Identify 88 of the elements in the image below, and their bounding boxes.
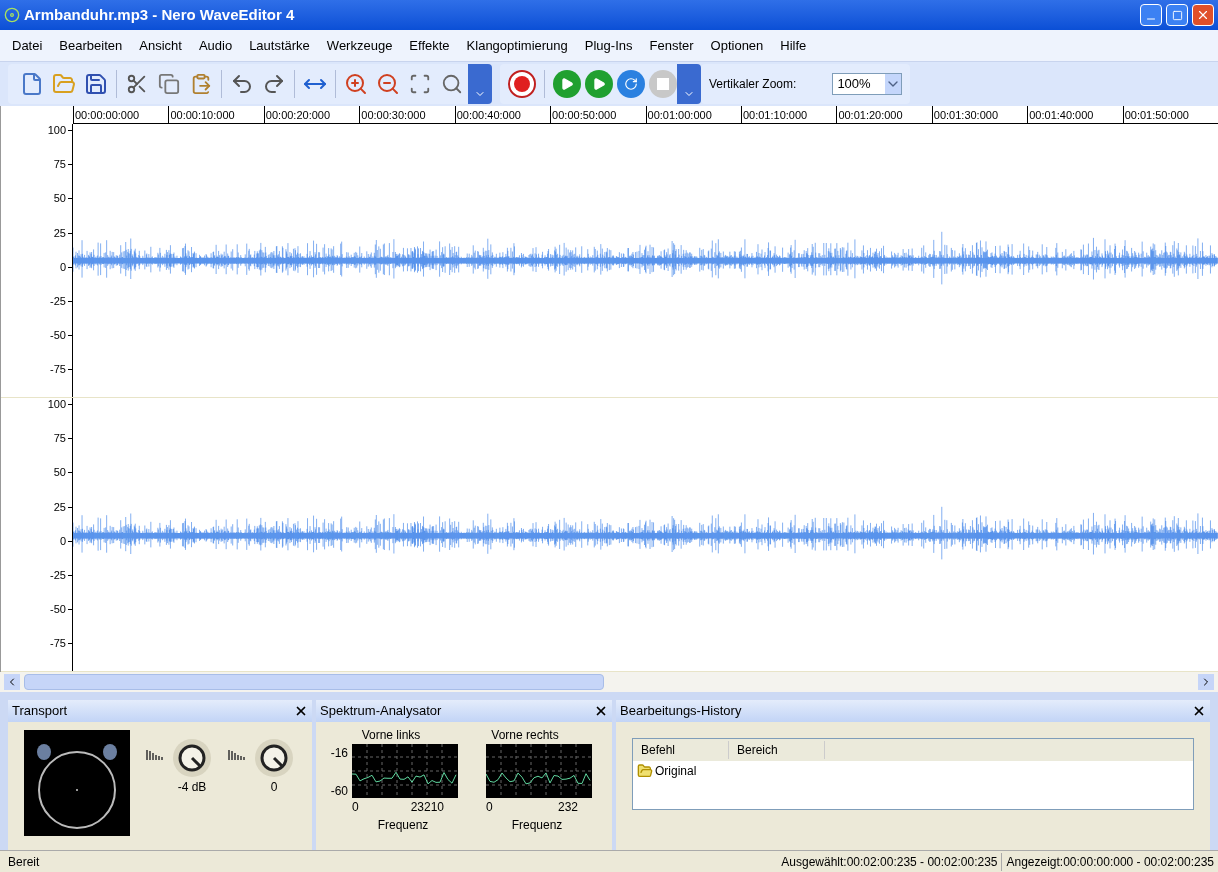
ruler-label: 00:00:00:000 bbox=[73, 106, 169, 123]
axis-label: -50 bbox=[50, 604, 66, 616]
loop-icon bbox=[624, 77, 638, 91]
menu-item[interactable]: Ansicht bbox=[139, 35, 182, 56]
ruler-label: 00:01:00:000 bbox=[645, 106, 741, 123]
axis-label: 50 bbox=[53, 193, 66, 205]
axis-label: 100 bbox=[47, 399, 66, 410]
status-text: Angezeigt:00:00:00:000 - 00:02:00:235 bbox=[1005, 853, 1215, 871]
play-icon bbox=[592, 77, 606, 91]
close-icon bbox=[1192, 704, 1206, 718]
stop-icon bbox=[657, 78, 669, 90]
menu-item[interactable]: Effekte bbox=[409, 35, 450, 56]
axis-label: -75 bbox=[50, 364, 66, 376]
play-button[interactable] bbox=[553, 70, 581, 98]
minimize-button[interactable] bbox=[1140, 4, 1162, 26]
status-text: Bereit bbox=[7, 853, 41, 871]
panel-title: Bearbeitungs-History bbox=[620, 702, 743, 721]
history-item[interactable]: Original bbox=[655, 762, 697, 780]
zoom-dropdown[interactable]: 100% bbox=[832, 73, 903, 95]
scroll-right-button[interactable] bbox=[1198, 674, 1214, 690]
axis-label: 75 bbox=[53, 159, 66, 171]
ruler-label: 00:00:40:000 bbox=[454, 106, 551, 123]
close-icon bbox=[294, 704, 308, 718]
knob-value: 0 bbox=[270, 779, 278, 796]
restore-button[interactable] bbox=[1166, 4, 1188, 26]
menu-item[interactable]: Datei bbox=[12, 35, 43, 56]
axis-label: 25 bbox=[53, 501, 66, 513]
axis-title: Frequenz bbox=[376, 817, 429, 834]
knob-icon[interactable] bbox=[172, 738, 212, 778]
knob-value: -4 dB bbox=[177, 779, 207, 796]
axis-label: -25 bbox=[50, 570, 66, 581]
menu-item[interactable]: Fenster bbox=[649, 35, 694, 56]
axis-label: -75 bbox=[50, 638, 66, 650]
app-icon bbox=[4, 7, 20, 23]
menu-item[interactable]: Hilfe bbox=[780, 35, 807, 56]
axis-label: 0 bbox=[486, 799, 493, 816]
axis-label: 25 bbox=[53, 227, 66, 239]
axis-label: 232 bbox=[557, 799, 578, 816]
menu-item[interactable]: Audio bbox=[198, 35, 233, 56]
axis-label: 0 bbox=[59, 261, 66, 273]
panel-title: Spektrum-Analysator bbox=[320, 702, 443, 721]
axis-label: 23210 bbox=[410, 799, 444, 816]
menu-item[interactable]: Bearbeiten bbox=[59, 35, 123, 56]
record-button[interactable] bbox=[508, 70, 536, 98]
axis-label: -25 bbox=[50, 296, 66, 307]
zoom-label: Vertikaler Zoom: bbox=[709, 76, 797, 93]
ruler-label: 00:00:30:000 bbox=[359, 106, 455, 123]
axis-label: 50 bbox=[53, 467, 66, 479]
column-header[interactable]: Befehl bbox=[633, 741, 729, 759]
menu-item[interactable]: Plug-Ins bbox=[584, 35, 633, 56]
ruler-label: 00:00:50:000 bbox=[550, 106, 646, 123]
ruler-label: 00:01:30:000 bbox=[931, 106, 1028, 123]
ruler-label: 00:01:40:000 bbox=[1027, 106, 1123, 123]
menu-item[interactable]: Klangoptimierung bbox=[466, 35, 568, 56]
ruler-label: 00:01:10:000 bbox=[740, 106, 837, 123]
menu-item[interactable]: Werkzeuge bbox=[326, 35, 393, 56]
window-title: Armbanduhr.mp3 - Nero WaveEditor 4 bbox=[24, 4, 296, 25]
restore-icon bbox=[1171, 9, 1183, 21]
axis-label: 0 bbox=[59, 535, 66, 547]
ruler-label: 00:01:20:000 bbox=[836, 106, 932, 123]
axis-label: 100 bbox=[47, 125, 66, 136]
axis-label: -60 bbox=[330, 783, 348, 800]
knob-icon[interactable] bbox=[254, 738, 294, 778]
ruler-label: 00:00:10:000 bbox=[168, 106, 264, 123]
close-button[interactable] bbox=[1192, 4, 1214, 26]
graph-title: Vorne rechts bbox=[491, 727, 559, 744]
ruler-label: 00:00:20:000 bbox=[263, 106, 360, 123]
level-bars-icon bbox=[146, 750, 164, 760]
menu-item[interactable]: Lautstärke bbox=[249, 35, 310, 56]
close-icon bbox=[594, 704, 608, 718]
scroll-left-button[interactable] bbox=[4, 674, 20, 690]
axis-label: -16 bbox=[330, 745, 348, 762]
folder-icon bbox=[637, 763, 653, 779]
loop-button[interactable] bbox=[617, 70, 645, 98]
axis-label: 75 bbox=[53, 433, 66, 445]
level-bars-icon bbox=[228, 750, 246, 760]
axis-title: Frequenz bbox=[510, 817, 563, 834]
close-icon bbox=[1196, 8, 1210, 22]
play-icon bbox=[560, 77, 574, 91]
graph-title: Vorne links bbox=[361, 727, 421, 744]
axis-label: -50 bbox=[50, 330, 66, 342]
menu-item[interactable]: Optionen bbox=[710, 35, 764, 56]
axis-label: 0 bbox=[352, 799, 359, 816]
play-button[interactable] bbox=[585, 70, 613, 98]
ruler-label: 00:01:50:000 bbox=[1122, 106, 1218, 123]
panel-title: Transport bbox=[12, 702, 69, 721]
column-header[interactable]: Bereich bbox=[729, 741, 825, 759]
status-text: Ausgewählt:00:02:00:235 - 00:02:00:235 bbox=[777, 852, 1003, 871]
